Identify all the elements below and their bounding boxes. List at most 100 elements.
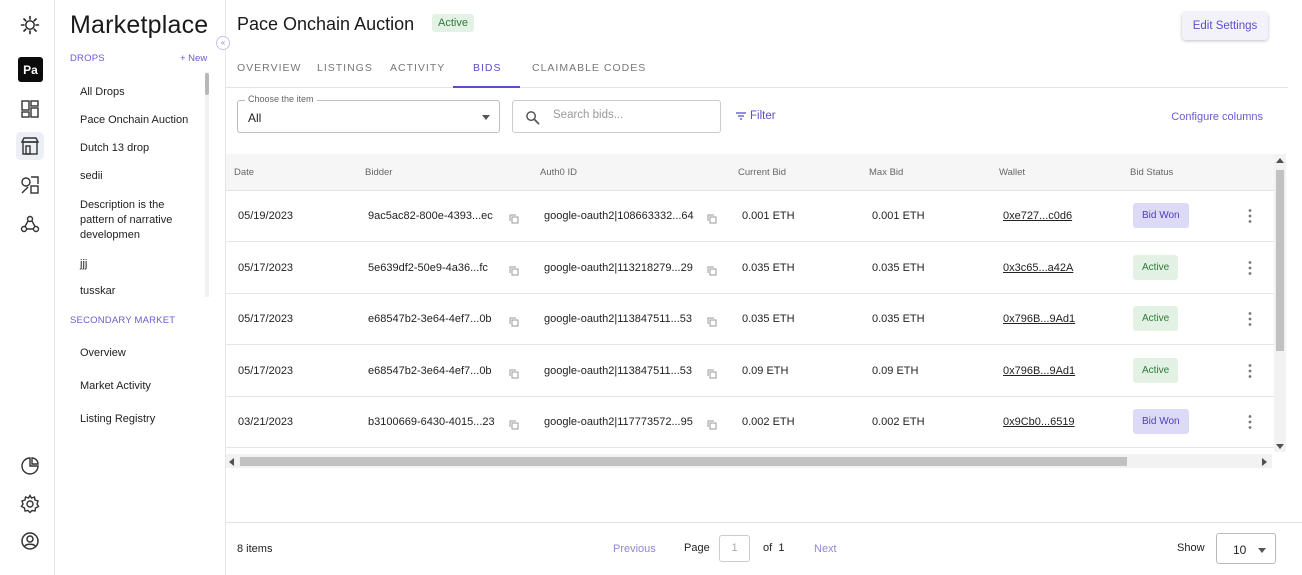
wallet-link[interactable]: 0x9Cb0...6519: [1003, 416, 1075, 428]
copy-icon[interactable]: [509, 417, 519, 430]
cell-current-bid: 0.002 ETH: [742, 416, 795, 428]
show-label: Show: [1177, 542, 1205, 554]
workspace-avatar[interactable]: Pa: [18, 57, 43, 82]
nav-title: Marketplace: [70, 11, 209, 39]
cell-date: 05/19/2023: [238, 210, 294, 222]
status-badge: Active: [432, 14, 474, 32]
cell-bidder: b3100669-6430-4015...23: [368, 416, 495, 428]
cell-max-bid: 0.09 ETH: [872, 364, 919, 377]
marketplace-store-icon[interactable]: [16, 132, 44, 160]
table-row[interactable]: 05/17/2023 e68547b2-3e64-4ef7...0b google-…: [226, 346, 1274, 397]
column-header-auth0-id[interactable]: Auth0 ID: [540, 167, 577, 178]
cell-date: 05/17/2023: [238, 261, 294, 274]
tab-listings[interactable]: LISTINGS: [317, 62, 373, 74]
scroll-right-icon[interactable]: [1262, 458, 1267, 466]
column-header-wallet[interactable]: Wallet: [999, 167, 1025, 178]
nav-item-dutch-13-drop[interactable]: Dutch 13 drop: [80, 141, 198, 156]
page-size-value: 10: [1233, 543, 1247, 557]
page-title: Pace Onchain Auction: [237, 14, 415, 34]
nav-item-market-activity[interactable]: Market Activity: [80, 379, 198, 394]
cell-auth0-id: google-oauth2|108663332...64: [544, 210, 694, 222]
nav-item-listing-registry[interactable]: Listing Registry: [80, 412, 198, 427]
design-tools-icon[interactable]: [16, 171, 44, 199]
copy-icon[interactable]: [509, 314, 519, 327]
filter-label: Filter: [750, 110, 776, 122]
page-of-label: of 1: [763, 542, 784, 554]
horizontal-scrollbar-thumb[interactable]: [240, 457, 1127, 466]
edit-settings-button[interactable]: Edit Settings: [1182, 12, 1268, 40]
previous-page-button[interactable]: Previous: [613, 543, 656, 555]
scroll-up-icon[interactable]: [1276, 158, 1284, 163]
main-content: Pace Onchain Auction Active Edit Setting…: [226, 0, 1302, 575]
page-size-select[interactable]: 10: [1216, 533, 1276, 564]
more-options-icon[interactable]: [1247, 363, 1253, 379]
drops-list: All Drops Pace Onchain Auction Dutch 13 …: [70, 80, 210, 298]
column-header-date[interactable]: Date: [234, 167, 254, 178]
of-text: of: [763, 542, 773, 554]
more-options-icon[interactable]: [1247, 208, 1253, 224]
copy-icon[interactable]: [707, 366, 717, 378]
page-number-input[interactable]: 1: [719, 535, 750, 562]
nav-item-overview[interactable]: Overview: [80, 346, 198, 361]
configure-columns-link[interactable]: Configure columns: [1171, 111, 1263, 123]
bid-status-badge: Active: [1133, 254, 1179, 280]
nav-item-all-drops[interactable]: All Drops: [80, 85, 198, 100]
column-header-bid-status[interactable]: Bid Status: [1130, 167, 1173, 178]
item-select[interactable]: Choose the item All: [237, 94, 500, 133]
community-icon[interactable]: [16, 210, 44, 238]
column-header-max-bid[interactable]: Max Bid: [869, 167, 903, 178]
wallet-link[interactable]: 0x796B...9Ad1: [1003, 365, 1075, 377]
copy-icon[interactable]: [509, 211, 519, 224]
more-options-icon[interactable]: [1247, 260, 1253, 276]
more-options-icon[interactable]: [1247, 311, 1253, 327]
copy-icon[interactable]: [707, 417, 717, 430]
copy-icon[interactable]: [509, 263, 519, 275]
nav-item-description-drop[interactable]: Description is the pattern of narrative …: [80, 198, 198, 243]
table-row[interactable]: 05/17/2023 e68547b2-3e64-4ef7...0b google-…: [226, 294, 1274, 345]
analytics-pie-icon[interactable]: [16, 452, 44, 480]
next-page-button[interactable]: Next: [814, 543, 837, 555]
table-row[interactable]: 05/19/2023 9ac5ac82-800e-4393...ec google-…: [226, 191, 1274, 242]
scroll-left-icon[interactable]: [229, 458, 234, 466]
nav-item-pace-onchain-auction[interactable]: Pace Onchain Auction: [80, 113, 198, 128]
new-drop-button[interactable]: + New: [180, 53, 207, 64]
more-options-icon[interactable]: [1247, 414, 1253, 430]
tab-bids[interactable]: BIDS: [473, 62, 502, 74]
search-input[interactable]: [553, 109, 713, 121]
cell-current-bid: 0.001 ETH: [742, 210, 795, 222]
wallet-link[interactable]: 0x796B...9Ad1: [1003, 313, 1075, 325]
vertical-scrollbar-thumb[interactable]: [1276, 170, 1284, 351]
tab-overview[interactable]: OVERVIEW: [237, 62, 301, 74]
settings-gear-icon[interactable]: [16, 490, 44, 518]
copy-icon[interactable]: [509, 366, 519, 378]
dashboard-icon[interactable]: [16, 95, 44, 123]
tab-activity[interactable]: ACTIVITY: [390, 62, 445, 74]
column-header-bidder[interactable]: Bidder: [365, 167, 392, 178]
table-row[interactable]: 05/17/2023 5e639df2-50e9-4a36...fc google-…: [226, 243, 1274, 294]
app-logo-icon[interactable]: [16, 11, 44, 39]
copy-icon[interactable]: [707, 314, 717, 327]
search-box[interactable]: [512, 100, 721, 133]
cell-max-bid: 0.001 ETH: [872, 210, 925, 222]
drops-scrollbar[interactable]: [205, 72, 209, 297]
scroll-down-icon[interactable]: [1276, 444, 1284, 449]
account-circle-icon[interactable]: [16, 527, 44, 555]
nav-item-jjj[interactable]: jjj: [80, 257, 198, 272]
tab-claimable-codes[interactable]: CLAIMABLE CODES: [532, 62, 646, 74]
bid-status-badge: Bid Won: [1133, 203, 1189, 228]
wallet-link[interactable]: 0xe727...c0d6: [1003, 210, 1072, 222]
drops-scrollbar-thumb[interactable]: [205, 73, 209, 95]
nav-item-sedii[interactable]: sedii: [80, 169, 198, 184]
nav-item-tusskar[interactable]: tusskar: [80, 284, 198, 298]
column-header-current-bid[interactable]: Current Bid: [738, 167, 786, 178]
caret-down-icon: [482, 115, 490, 120]
copy-icon[interactable]: [707, 263, 717, 275]
bids-table: Date Bidder Auth0 ID Current Bid Max Bid…: [226, 154, 1286, 470]
items-count: 8 items: [237, 543, 273, 555]
wallet-link[interactable]: 0x3c65...a42A: [1003, 262, 1073, 274]
table-row[interactable]: 03/21/2023 b3100669-6430-4015...23 google-…: [226, 397, 1274, 448]
filter-button[interactable]: Filter: [736, 110, 776, 122]
bid-status-badge: Active: [1133, 357, 1179, 383]
cell-bidder: 9ac5ac82-800e-4393...ec: [368, 210, 493, 222]
copy-icon[interactable]: [707, 211, 717, 224]
